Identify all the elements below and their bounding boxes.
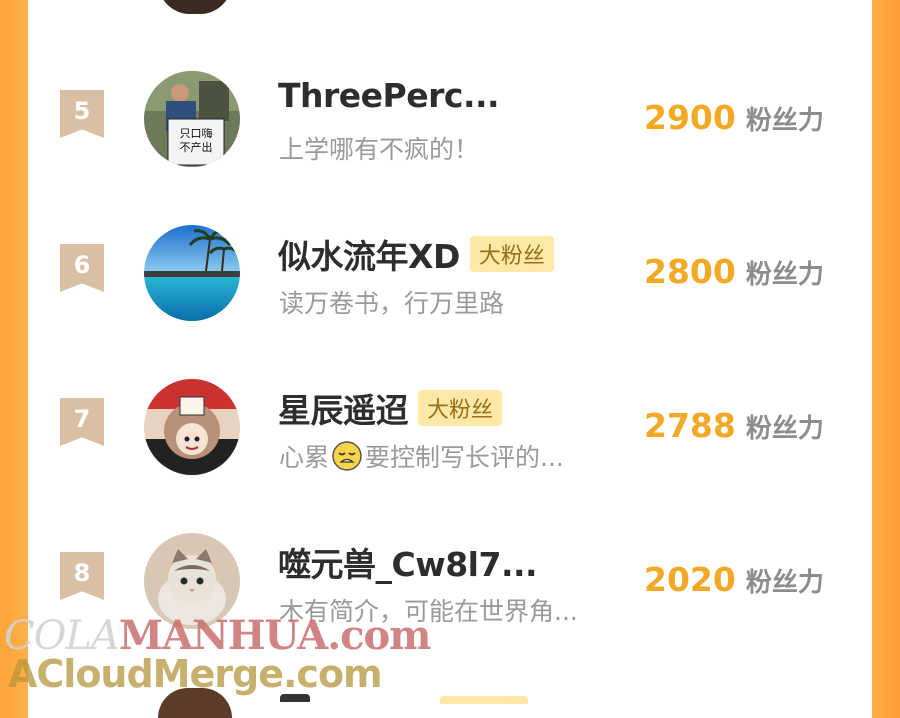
rank-ribbon-badge: 6	[60, 244, 104, 292]
user-bio: 读万卷书，行万里路	[279, 284, 504, 320]
big-fan-badge: 大粉丝	[469, 236, 554, 272]
big-fan-badge: 大粉丝	[418, 390, 503, 426]
rank-ribbon-badge: 7	[60, 398, 104, 446]
bio-text: 读万卷书，行万里路	[279, 289, 505, 318]
score-value: 2020	[644, 560, 736, 599]
user-name[interactable]: 星辰遥迢	[278, 384, 409, 432]
tired-face-emoji-icon	[332, 441, 362, 471]
leaderboard-row[interactable]: 7 星辰遥迢 大粉丝 心累 要控制写长评的... 2788 粉丝力	[0, 356, 900, 486]
svg-text:不产出: 不产出	[180, 140, 213, 154]
score-unit: 粉丝力	[745, 260, 824, 290]
watermark-acloudmerge: ACloudMerge.com	[8, 652, 383, 696]
user-avatar[interactable]: 只口嗨 不产出	[144, 71, 240, 167]
user-bio: 心累 要控制写长评的...	[279, 438, 564, 474]
rank-ribbon-badge: 8	[60, 552, 104, 600]
leaderboard-row[interactable]: 5 只口嗨 不产出 ThreePerc... 上学哪有不疯的！ 2900 粉丝力	[0, 48, 900, 178]
rank-number: 8	[73, 559, 91, 587]
score-value: 2900	[644, 98, 736, 137]
fan-score: 2800 粉丝力	[644, 252, 824, 291]
beach-scene-avatar	[144, 225, 240, 321]
bio-text: 心累	[279, 443, 330, 472]
score-unit: 粉丝力	[745, 568, 824, 598]
anime-character-avatar	[144, 379, 240, 475]
score-unit: 粉丝力	[745, 106, 824, 136]
leaderboard-row[interactable]: 6 似水流年XD 大粉丝 读万卷书，行万里路 2800 粉丝力	[0, 202, 900, 332]
rank-number: 5	[73, 97, 91, 125]
user-name[interactable]: 似水流年XD	[278, 230, 460, 278]
user-avatar[interactable]	[144, 225, 240, 321]
next-row-badge-fragment	[440, 696, 528, 704]
user-bio: 上学哪有不疯的！	[279, 130, 479, 166]
rank-ribbon-badge: 5	[60, 90, 104, 138]
bio-text: 上学哪有不疯的！	[279, 135, 480, 164]
fan-score: 2020 粉丝力	[644, 560, 824, 599]
score-value: 2788	[644, 406, 736, 445]
user-name[interactable]: 噬元兽_Cw8l7...	[278, 538, 538, 586]
fan-score: 2900 粉丝力	[644, 98, 824, 137]
man-with-sign-avatar: 只口嗨 不产出	[144, 71, 240, 167]
svg-text:只口嗨: 只口嗨	[180, 126, 213, 140]
rank-number: 7	[73, 405, 91, 433]
rank-number: 6	[73, 251, 91, 279]
user-name[interactable]: ThreePerc...	[278, 76, 500, 115]
user-avatar[interactable]	[144, 379, 240, 475]
fan-score: 2788 粉丝力	[644, 406, 824, 445]
score-value: 2800	[644, 252, 736, 291]
bio-text-continued: 要控制写长评的...	[365, 443, 564, 472]
score-unit: 粉丝力	[745, 414, 824, 444]
